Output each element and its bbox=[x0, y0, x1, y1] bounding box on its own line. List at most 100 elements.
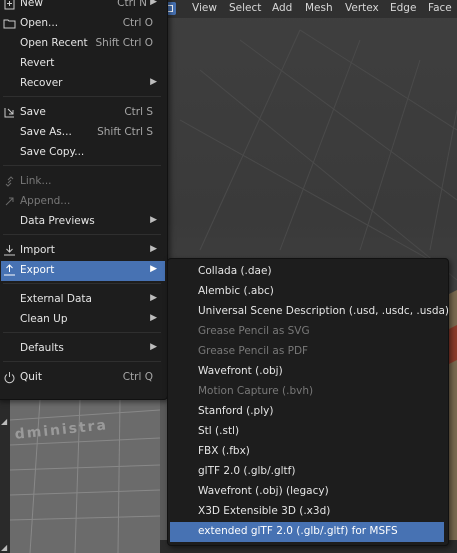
export-item-gltf[interactable]: glTF 2.0 (.glb/.gltf) bbox=[170, 462, 444, 482]
submenu-arrow-icon: ▶ bbox=[150, 264, 157, 274]
menu-item-open[interactable]: Open... Ctrl O bbox=[1, 14, 165, 34]
menu-item-save-copy[interactable]: Save Copy... bbox=[1, 143, 165, 163]
menu-view[interactable]: View bbox=[192, 2, 217, 14]
menu-item-append[interactable]: Append... bbox=[1, 192, 165, 212]
export-item-grease-pencil-pdf[interactable]: Grease Pencil as PDF bbox=[170, 342, 444, 362]
new-file-icon bbox=[4, 0, 15, 10]
menu-item-label: External Data bbox=[20, 293, 92, 305]
menu-item-label: X3D Extensible 3D (.x3d) bbox=[198, 505, 331, 517]
menu-item-label: Save As... bbox=[20, 126, 72, 138]
menu-item-revert[interactable]: Revert bbox=[1, 54, 165, 74]
menu-item-label: Data Previews bbox=[20, 215, 95, 227]
menu-item-label: Import bbox=[20, 244, 55, 256]
menu-item-label: extended glTF 2.0 (.glb/.gltf) for MSFS bbox=[198, 525, 398, 537]
menu-item-label: Collada (.dae) bbox=[198, 265, 272, 277]
menu-item-shortcut: Shift Ctrl S bbox=[97, 126, 153, 138]
export-submenu: Collada (.dae) Alembic (.abc) Universal … bbox=[167, 258, 449, 546]
menu-item-label: glTF 2.0 (.glb/.gltf) bbox=[198, 465, 296, 477]
menu-item-save-as[interactable]: Save As... Shift Ctrl S bbox=[1, 123, 165, 143]
export-item-wavefront-obj-legacy[interactable]: Wavefront (.obj) (legacy) bbox=[170, 482, 444, 502]
menu-edge[interactable]: Edge bbox=[390, 2, 416, 14]
menu-item-label: Export bbox=[20, 264, 55, 276]
menu-mesh[interactable]: Mesh bbox=[305, 2, 333, 14]
export-item-stl[interactable]: Stl (.stl) bbox=[170, 422, 444, 442]
export-item-motion-capture[interactable]: Motion Capture (.bvh) bbox=[170, 382, 444, 402]
menu-item-recover[interactable]: Recover ▶ bbox=[1, 74, 165, 94]
menu-item-label: Wavefront (.obj) bbox=[198, 365, 283, 377]
menu-item-link[interactable]: Link... bbox=[1, 172, 165, 192]
menu-item-label: Grease Pencil as SVG bbox=[198, 325, 310, 337]
menu-item-label: Alembic (.abc) bbox=[198, 285, 274, 297]
export-item-wavefront-obj[interactable]: Wavefront (.obj) bbox=[170, 362, 444, 382]
menu-item-import[interactable]: Import ▶ bbox=[1, 241, 165, 261]
menu-item-external-data[interactable]: External Data ▶ bbox=[1, 290, 165, 310]
menu-item-label: Append... bbox=[20, 195, 71, 207]
menu-item-shortcut: Ctrl S bbox=[124, 106, 153, 118]
menu-item-label: Universal Scene Description (.usd, .usdc… bbox=[198, 305, 450, 317]
menu-item-label: Recover bbox=[20, 77, 63, 89]
folder-icon bbox=[3, 19, 16, 29]
menu-separator bbox=[3, 283, 161, 284]
menu-separator bbox=[3, 165, 161, 166]
submenu-arrow-icon: ▶ bbox=[150, 313, 157, 323]
export-item-x3d[interactable]: X3D Extensible 3D (.x3d) bbox=[170, 502, 444, 522]
menu-item-new[interactable]: New Ctrl N ▶ bbox=[1, 0, 165, 14]
menu-item-label: Save bbox=[20, 106, 46, 118]
submenu-arrow-icon: ▶ bbox=[150, 0, 157, 7]
submenu-arrow-icon: ▶ bbox=[150, 77, 157, 87]
export-item-stanford-ply[interactable]: Stanford (.ply) bbox=[170, 402, 444, 422]
viewport-header: View Select Add Mesh Vertex Edge Face bbox=[160, 0, 457, 18]
menu-item-shortcut: Ctrl O bbox=[122, 17, 153, 29]
menu-item-label: Open... bbox=[20, 17, 59, 29]
export-item-alembic[interactable]: Alembic (.abc) bbox=[170, 282, 444, 302]
power-icon bbox=[4, 372, 15, 384]
menu-item-label: Grease Pencil as PDF bbox=[198, 345, 309, 357]
menu-item-label: Wavefront (.obj) (legacy) bbox=[198, 485, 329, 497]
menu-item-shortcut: Ctrl N bbox=[117, 0, 147, 9]
append-icon bbox=[5, 197, 14, 206]
link-icon bbox=[5, 176, 14, 187]
menu-item-open-recent[interactable]: Open Recent Shift Ctrl O bbox=[1, 34, 165, 54]
export-item-gltf-msfs[interactable]: extended glTF 2.0 (.glb/.gltf) for MSFS bbox=[170, 522, 444, 542]
menu-item-label: Clean Up bbox=[20, 313, 68, 325]
menu-item-label: Defaults bbox=[20, 342, 64, 354]
expand-arrow-icon[interactable]: ◢ bbox=[1, 543, 7, 552]
menu-item-label: Quit bbox=[20, 371, 42, 383]
expand-arrow-icon[interactable]: ◢ bbox=[1, 417, 7, 426]
export-item-usd[interactable]: Universal Scene Description (.usd, .usdc… bbox=[170, 302, 449, 322]
menu-item-label: Motion Capture (.bvh) bbox=[198, 385, 314, 397]
menu-add[interactable]: Add bbox=[272, 2, 292, 14]
toolbar-strip[interactable]: ◢ ◢ bbox=[0, 395, 10, 553]
menu-item-label: FBX (.fbx) bbox=[198, 445, 250, 457]
menu-item-shortcut: Ctrl Q bbox=[122, 371, 153, 383]
export-icon bbox=[4, 264, 15, 276]
submenu-arrow-icon: ▶ bbox=[150, 293, 157, 303]
menu-vertex[interactable]: Vertex bbox=[345, 2, 379, 14]
menu-item-label: New bbox=[20, 0, 43, 9]
menu-item-data-previews[interactable]: Data Previews ▶ bbox=[1, 212, 165, 232]
export-item-collada[interactable]: Collada (.dae) bbox=[170, 262, 444, 282]
submenu-arrow-icon: ▶ bbox=[150, 215, 157, 225]
menu-separator bbox=[3, 234, 161, 235]
menu-item-save[interactable]: Save Ctrl S bbox=[1, 103, 165, 123]
menu-item-label: Revert bbox=[20, 57, 55, 69]
submenu-arrow-icon: ▶ bbox=[150, 244, 157, 254]
menu-item-defaults[interactable]: Defaults ▶ bbox=[1, 339, 165, 359]
menu-item-label: Open Recent bbox=[20, 37, 88, 49]
menu-item-label: Stanford (.ply) bbox=[198, 405, 274, 417]
export-item-fbx[interactable]: FBX (.fbx) bbox=[170, 442, 444, 462]
menu-item-label: Save Copy... bbox=[20, 146, 85, 158]
menu-separator bbox=[3, 361, 161, 362]
menu-item-clean-up[interactable]: Clean Up ▶ bbox=[1, 310, 165, 330]
export-item-grease-pencil-svg[interactable]: Grease Pencil as SVG bbox=[170, 322, 444, 342]
submenu-arrow-icon: ▶ bbox=[150, 342, 157, 352]
menu-item-label: Link... bbox=[20, 175, 52, 187]
menu-item-export[interactable]: Export ▶ bbox=[1, 261, 165, 281]
menu-item-shortcut: Shift Ctrl O bbox=[95, 37, 154, 49]
menu-item-label: Stl (.stl) bbox=[198, 425, 240, 437]
menu-face[interactable]: Face bbox=[428, 2, 452, 14]
menu-select[interactable]: Select bbox=[229, 2, 261, 14]
menu-separator bbox=[3, 96, 161, 97]
menu-item-quit[interactable]: Quit Ctrl Q bbox=[1, 368, 165, 388]
file-menu: New Ctrl N ▶ Open... Ctrl O Open Recent … bbox=[0, 0, 168, 400]
